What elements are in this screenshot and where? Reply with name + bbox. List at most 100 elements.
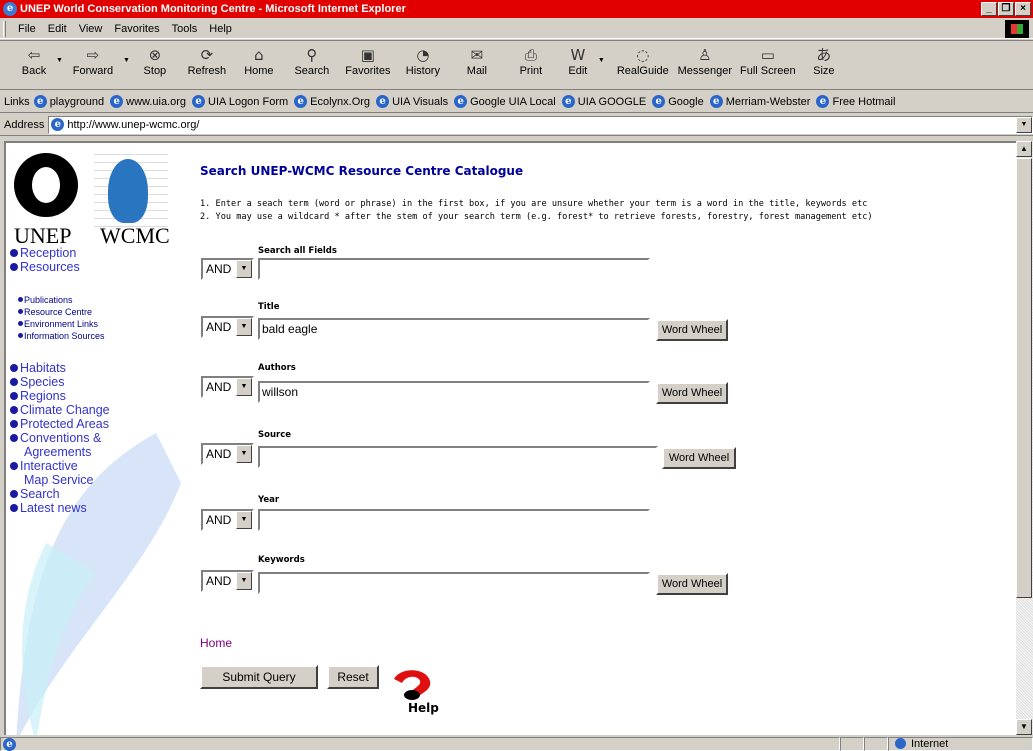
label-title: Title: [258, 302, 280, 312]
menu-help[interactable]: Help: [203, 23, 238, 35]
menu-favorites[interactable]: Favorites: [108, 23, 165, 35]
instruction-1: 1. Enter a seach term (word or phrase) i…: [200, 199, 868, 209]
favorites-button[interactable]: ▣ Favorites: [340, 41, 396, 89]
operator-select-authors[interactable]: AND ▼: [201, 376, 254, 398]
back-dropdown-icon[interactable]: ▼: [56, 57, 63, 64]
nav-search[interactable]: Search: [10, 487, 110, 501]
link-free-hotmail[interactable]: e Free Hotmail: [816, 95, 895, 108]
menu-view[interactable]: View: [73, 23, 109, 35]
scroll-down-icon[interactable]: ▼: [1016, 719, 1032, 735]
close-button[interactable]: ×: [1015, 2, 1031, 16]
bullet-icon: [10, 249, 18, 257]
address-input[interactable]: e http://www.unep-wcmc.org/ ▼: [48, 115, 1033, 134]
nav-environment-links[interactable]: Environment Links: [18, 318, 105, 330]
mail-button[interactable]: ✉ Mail: [450, 41, 504, 89]
home-button[interactable]: ⌂ Home: [234, 41, 284, 89]
nav-information-sources[interactable]: Information Sources: [18, 330, 105, 342]
link-google-uia-local[interactable]: e Google UIA Local: [454, 95, 556, 108]
nav-reception[interactable]: Reception: [10, 246, 80, 260]
stop-button[interactable]: ⊗ Stop: [130, 41, 180, 89]
source-input[interactable]: [258, 446, 658, 468]
refresh-button[interactable]: ⟳ Refresh: [180, 41, 234, 89]
source-word-wheel-button[interactable]: Word Wheel: [662, 447, 736, 469]
maximize-button[interactable]: ❐: [998, 2, 1014, 16]
authors-input[interactable]: willson: [258, 381, 650, 403]
chevron-down-icon[interactable]: ▼: [236, 445, 252, 463]
keywords-input[interactable]: [258, 572, 650, 594]
chevron-down-icon[interactable]: ▼: [236, 378, 252, 396]
bullet-icon: [18, 309, 23, 314]
nav-conventions[interactable]: Conventions &: [10, 431, 110, 445]
nav-regions[interactable]: Regions: [10, 389, 110, 403]
messenger-button[interactable]: ♙ Messenger: [673, 41, 737, 89]
link-ecolynx[interactable]: e Ecolynx.Org: [294, 95, 370, 108]
operator-select-year[interactable]: AND ▼: [201, 509, 254, 531]
toolbar-grip[interactable]: [3, 20, 6, 37]
nav-interactive[interactable]: Interactive: [10, 459, 110, 473]
status-main-pane: e: [0, 736, 840, 751]
vertical-scrollbar[interactable]: ▲ ▼: [1016, 141, 1033, 735]
title-word-wheel-button[interactable]: Word Wheel: [656, 319, 728, 341]
keywords-word-wheel-button[interactable]: Word Wheel: [656, 573, 728, 595]
operator-select-source[interactable]: AND ▼: [201, 443, 254, 465]
nav-protected-areas[interactable]: Protected Areas: [10, 417, 110, 431]
link-uia-logon[interactable]: e UIA Logon Form: [192, 95, 288, 108]
link-google[interactable]: e Google: [652, 95, 704, 108]
chevron-down-icon[interactable]: ▼: [236, 318, 252, 336]
nav-habitats[interactable]: Habitats: [10, 361, 110, 375]
nav-map-service[interactable]: Map Service: [10, 473, 110, 487]
minimize-button[interactable]: _: [981, 2, 997, 16]
edit-button[interactable]: W Edit: [558, 41, 598, 89]
history-icon: ◔: [416, 46, 430, 64]
size-button[interactable]: あ Size: [799, 41, 849, 89]
operator-select-all-fields[interactable]: AND ▼: [201, 258, 254, 280]
realguide-button[interactable]: ◌ RealGuide: [613, 41, 673, 89]
link-uia-visuals[interactable]: e UIA Visuals: [376, 95, 448, 108]
authors-word-wheel-button[interactable]: Word Wheel: [656, 382, 728, 404]
help-button[interactable]: Help: [386, 665, 439, 717]
chevron-down-icon[interactable]: ▼: [236, 572, 252, 590]
chevron-down-icon[interactable]: ▼: [236, 511, 252, 529]
nav-publications[interactable]: Publications: [18, 294, 105, 306]
nav-resources[interactable]: Resources: [10, 260, 80, 274]
nav-species[interactable]: Species: [10, 375, 110, 389]
scroll-up-icon[interactable]: ▲: [1016, 141, 1032, 157]
search-all-fields-input[interactable]: [258, 258, 650, 280]
search-button[interactable]: ⚲ Search: [284, 41, 340, 89]
link-uia-google[interactable]: e UIA GOOGLE: [561, 95, 646, 108]
menu-edit[interactable]: Edit: [42, 23, 73, 35]
menu-tools[interactable]: Tools: [166, 23, 204, 35]
edit-dropdown-icon[interactable]: ▼: [598, 57, 605, 64]
link-uia[interactable]: e www.uia.org: [110, 95, 186, 108]
menu-file[interactable]: File: [12, 23, 42, 35]
submit-query-button[interactable]: Submit Query: [200, 665, 318, 689]
operator-select-keywords[interactable]: AND ▼: [201, 570, 254, 592]
forward-dropdown-icon[interactable]: ▼: [123, 57, 130, 64]
link-playground[interactable]: e playground: [33, 95, 104, 108]
chevron-down-icon[interactable]: ▼: [236, 260, 252, 278]
link-merriam-webster[interactable]: e Merriam-Webster: [709, 95, 810, 108]
year-input[interactable]: [258, 509, 650, 531]
reset-button[interactable]: Reset: [327, 665, 379, 689]
stop-icon: ⊗: [148, 46, 162, 64]
nav-climate-change[interactable]: Climate Change: [10, 403, 110, 417]
nav-resource-centre[interactable]: Resource Centre: [18, 306, 105, 318]
home-link[interactable]: Home: [200, 636, 232, 650]
nav-agreements[interactable]: Agreements: [10, 445, 110, 459]
address-dropdown-icon[interactable]: ▼: [1016, 116, 1032, 133]
forward-arrow-icon: ⇨: [86, 46, 100, 64]
status-zone-pane: Internet: [888, 736, 1033, 751]
print-button[interactable]: ⎙ Print: [504, 41, 558, 89]
bullet-icon: [18, 297, 23, 302]
back-button[interactable]: ⇦ Back: [12, 41, 56, 89]
title-input[interactable]: bald eagle: [258, 318, 650, 340]
operator-select-title[interactable]: AND ▼: [201, 316, 254, 338]
scroll-thumb[interactable]: [1016, 158, 1032, 598]
fullscreen-button[interactable]: ▭ Full Screen: [737, 41, 799, 89]
bullet-icon: [10, 490, 18, 498]
history-button[interactable]: ◔ History: [396, 41, 450, 89]
nav-latest-news[interactable]: Latest news: [10, 501, 110, 515]
forward-button[interactable]: ⇨ Forward: [63, 41, 123, 89]
refresh-icon: ⟳: [200, 46, 214, 64]
print-icon: ⎙: [524, 46, 537, 64]
